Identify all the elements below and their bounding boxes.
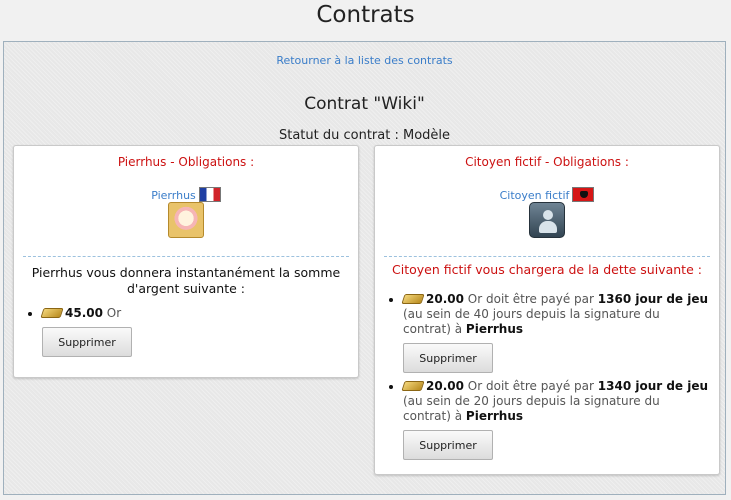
due-day: 1360 jour de jeu <box>597 292 709 306</box>
gold-icon <box>40 308 64 318</box>
gold-icon <box>401 294 425 304</box>
gold-icon <box>401 381 425 391</box>
payment-text: Or doit être payé par <box>467 292 594 306</box>
amount: 20.00 <box>426 379 464 393</box>
avatar-pierrhus[interactable] <box>168 202 204 238</box>
back-to-contracts-link[interactable]: Retourner à la liste des contrats <box>4 54 725 67</box>
france-flag-icon <box>198 187 221 202</box>
party-link-citoyen-fictif[interactable]: Citoyen fictif <box>500 189 570 202</box>
recipient: Pierrhus <box>465 409 524 423</box>
currency: Or <box>106 306 122 320</box>
right-obligation-description: Citoyen fictif vous chargera de la dette… <box>392 262 702 277</box>
divider <box>384 256 710 257</box>
party-link-pierrhus[interactable]: Pierrhus <box>151 189 196 202</box>
amount: 45.00 <box>65 306 103 320</box>
left-obligation-description: Pierrhus vous donnera instantanément la … <box>31 265 341 296</box>
delete-button[interactable]: Supprimer <box>403 343 493 373</box>
left-obligations-panel: Pierrhus - Obligations : Pierrhus Pierrh… <box>13 145 359 378</box>
page-title: Contrats <box>316 2 415 28</box>
contract-container: Retourner à la liste des contrats Contra… <box>3 41 726 495</box>
list-item: 20.00 Or doit être payé par 1360 jour de… <box>401 292 709 373</box>
recipient: Pierrhus <box>465 322 524 336</box>
right-party-line: Citoyen fictif <box>375 184 719 203</box>
avatar-citoyen-fictif[interactable] <box>529 202 565 238</box>
left-panel-heading: Pierrhus - Obligations : <box>117 155 255 169</box>
delete-button[interactable]: Supprimer <box>42 327 132 357</box>
payment-terms: (au sein de 20 jours depuis la signature… <box>403 394 660 423</box>
list-item: 20.00 Or doit être payé par 1340 jour de… <box>401 379 709 460</box>
right-obligations-panel: Citoyen fictif - Obligations : Citoyen f… <box>374 145 720 475</box>
contract-title: Contrat "Wiki" <box>304 94 425 114</box>
right-obligation-list: 20.00 Or doit être payé par 1360 jour de… <box>375 292 719 466</box>
contract-status: Statut du contrat : Modèle <box>278 128 451 143</box>
left-obligation-list: 45.00 Or Supprimer <box>14 306 358 357</box>
due-day: 1340 jour de jeu <box>597 379 709 393</box>
delete-button[interactable]: Supprimer <box>403 430 493 460</box>
albania-flag-icon <box>572 187 595 202</box>
right-panel-heading: Citoyen fictif - Obligations : <box>465 155 629 169</box>
divider <box>23 256 349 257</box>
payment-text: Or doit être payé par <box>467 379 594 393</box>
list-item: 45.00 Or Supprimer <box>40 306 348 357</box>
left-party-line: Pierrhus <box>14 184 358 203</box>
payment-terms: (au sein de 40 jours depuis la signature… <box>403 307 660 336</box>
amount: 20.00 <box>426 292 464 306</box>
